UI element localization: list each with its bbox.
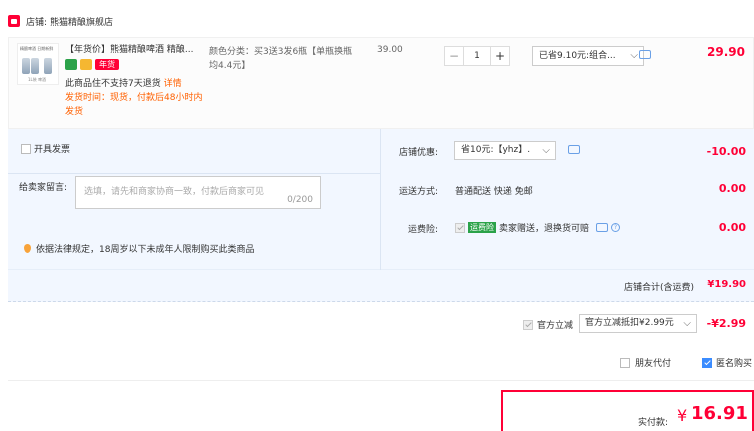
qty-input[interactable]: 1 bbox=[464, 46, 490, 66]
store-coupon-select[interactable]: 省10元:【yhz】. ⌵ bbox=[454, 141, 556, 160]
message-placeholder: 选填，请先和商家协商一致，付款后商家可见 bbox=[84, 187, 265, 197]
seller-message-field[interactable]: 选填，请先和商家协商一致，付款后商家可见 0/200 bbox=[75, 176, 321, 209]
delivery-amount: 0.00 bbox=[718, 182, 746, 195]
insurance-tag: 运费险 bbox=[468, 222, 496, 233]
official-discount-select[interactable]: 官方立减抵扣¥2.99元 ⌵ bbox=[579, 314, 697, 333]
official-discount-checkbox bbox=[523, 319, 533, 330]
store-icon bbox=[8, 15, 20, 27]
details-link[interactable]: 详情 bbox=[164, 79, 182, 89]
chevron-down-icon: ⌵ bbox=[542, 145, 550, 156]
shipping-notice: 发货时间：现货，付款后48小时内发货 bbox=[65, 93, 203, 117]
message-label: 给卖家留言: bbox=[19, 183, 68, 193]
friend-pay-label: 朋友代付 bbox=[635, 359, 672, 369]
store-header: 店铺: 熊猫精酿旗舰店 bbox=[0, 10, 113, 32]
insurance-checkbox bbox=[455, 222, 465, 233]
official-discount-value: 官方立减抵扣¥2.99元 bbox=[585, 318, 674, 328]
payment-label: 实付款: bbox=[638, 418, 669, 428]
chevron-down-icon: ⌵ bbox=[683, 318, 691, 329]
friend-pay-option[interactable]: 朋友代付 bbox=[620, 356, 671, 369]
help-icon[interactable]: ? bbox=[611, 223, 621, 232]
insurance-value: 卖家赠送，退换货可赔 bbox=[499, 224, 590, 234]
friend-pay-checkbox[interactable] bbox=[620, 357, 630, 368]
delivery-value: 普通配送 快递 免邮 bbox=[455, 187, 533, 197]
card-badge-icon bbox=[80, 59, 92, 70]
official-discount-option[interactable]: 官方立减 bbox=[523, 318, 573, 331]
qty-minus-button[interactable]: − bbox=[444, 46, 464, 66]
product-notice: 此商品住不支持7天退货 详情 发货时间：现货，付款后48小时内发货 bbox=[65, 77, 205, 119]
no-return-notice: 此商品住不支持7天退货 bbox=[65, 79, 161, 89]
payment-summary: 实付款: ¥ 16.91 bbox=[501, 390, 754, 431]
law-notice-text: 依据法律规定，18周岁以下未成年人限制购买此类商品 bbox=[36, 245, 255, 255]
invoice-label: 开具发票 bbox=[34, 145, 71, 155]
delivery-label: 运送方式: bbox=[399, 187, 439, 197]
store-subtotal: 店铺合计(含运费) ¥19.90 bbox=[8, 270, 754, 302]
line-total: 29.90 bbox=[707, 45, 745, 59]
official-discount-amount: -¥2.99 bbox=[706, 317, 746, 330]
subtotal-value: ¥19.90 bbox=[707, 279, 746, 290]
anonymous-option[interactable]: 匿名购买 bbox=[702, 356, 752, 369]
chat-bubble-icon[interactable] bbox=[596, 223, 609, 232]
message-char-count: 0/200 bbox=[287, 195, 313, 205]
product-badges: 年货 bbox=[65, 59, 119, 70]
sku-info: 颜色分类：买3送3发6瓶【单瓶换瓶均4.4元】 bbox=[209, 47, 353, 71]
thumb-caption: 精酿啤酒 日期新鲜 bbox=[20, 46, 54, 51]
store-discount-amount: -10.00 bbox=[706, 145, 746, 158]
subtotal-label: 店铺合计(含运费) bbox=[623, 283, 694, 293]
unit-price: 39.00 bbox=[377, 45, 403, 55]
order-options-panel: 开具发票 给卖家留言: 选填，请先和商家协商一致，付款后商家可见 0/200 依… bbox=[8, 129, 754, 270]
product-title[interactable]: 【年货价】熊猫精酿啤酒 精酿... bbox=[65, 43, 197, 57]
anonymous-label: 匿名购买 bbox=[716, 359, 753, 369]
store-discount-label: 店铺优惠: bbox=[399, 148, 439, 158]
promo-select-value: 已省9.10元:组合... bbox=[539, 51, 616, 61]
quantity-stepper: − 1 + bbox=[444, 46, 510, 66]
product-row: 精酿啤酒 日期新鲜 1L装 啤酒 【年货价】熊猫精酿啤酒 精酿... 年货 此商… bbox=[8, 37, 754, 129]
qty-plus-button[interactable]: + bbox=[490, 46, 510, 66]
payment-currency: ¥ bbox=[677, 406, 688, 425]
location-pin-icon bbox=[24, 244, 31, 253]
divider bbox=[8, 380, 754, 381]
newyear-tag: 年货 bbox=[95, 59, 119, 70]
store-name[interactable]: 熊猫精酿旗舰店 bbox=[50, 15, 113, 28]
invoice-option[interactable]: 开具发票 bbox=[21, 142, 70, 155]
insurance-amount: 0.00 bbox=[718, 221, 746, 234]
official-discount-label: 官方立减 bbox=[537, 321, 574, 331]
promo-select[interactable]: 已省9.10元:组合... ⌵ bbox=[532, 46, 644, 66]
chevron-down-icon: ⌵ bbox=[630, 50, 638, 61]
chat-bubble-icon[interactable] bbox=[639, 50, 651, 59]
store-coupon-value: 省10元:【yhz】. bbox=[461, 145, 531, 155]
insurance-option: 运费险 卖家赠送，退换货可赔 ? bbox=[455, 221, 621, 234]
product-thumbnail[interactable]: 精酿啤酒 日期新鲜 1L装 啤酒 bbox=[17, 43, 59, 85]
thumb-sub-caption: 1L装 啤酒 bbox=[28, 77, 47, 82]
chat-bubble-icon[interactable] bbox=[568, 145, 580, 154]
store-label: 店铺: bbox=[26, 17, 48, 28]
law-notice: 依据法律规定，18周岁以下未成年人限制购买此类商品 bbox=[24, 242, 254, 255]
invoice-checkbox[interactable] bbox=[21, 143, 31, 154]
service-badge-icon bbox=[65, 59, 77, 70]
insurance-label: 运费险: bbox=[408, 225, 439, 235]
anonymous-checkbox[interactable] bbox=[702, 357, 712, 368]
payment-total: 16.91 bbox=[691, 403, 748, 424]
